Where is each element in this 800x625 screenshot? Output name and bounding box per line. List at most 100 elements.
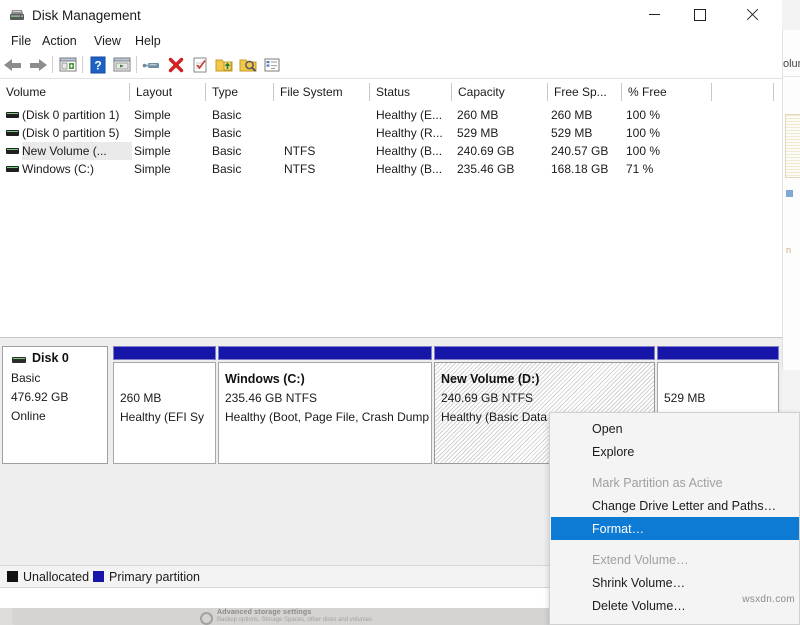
back-arrow-glyph	[4, 58, 23, 72]
menu-view[interactable]: View	[88, 30, 127, 51]
partition-body: Windows (C:) 235.46 GB NTFS Healthy (Boo…	[218, 362, 432, 464]
screen-root: olume n Advanced storage settings Backup…	[0, 0, 800, 625]
partition-efi[interactable]: 260 MB Healthy (EFI Sy	[113, 346, 216, 464]
gear-icon	[200, 612, 213, 625]
partition-size: 260 MB	[120, 391, 161, 405]
column-capacity[interactable]: Capacity	[452, 83, 548, 101]
cell-file-system: NTFS	[284, 142, 368, 160]
table-row[interactable]: Windows (C:) Simple Basic NTFS Healthy (…	[0, 160, 782, 178]
menu-file[interactable]: File	[5, 30, 37, 51]
column-file-system[interactable]: File System	[274, 83, 370, 101]
column-volume[interactable]: Volume	[0, 83, 130, 101]
cell-status: Healthy (B...	[376, 160, 452, 178]
cell-file-system	[284, 106, 368, 124]
background-window-small-text: n	[786, 245, 791, 255]
cell-file-system	[284, 124, 368, 142]
cell-volume: (Disk 0 partition 1)	[22, 106, 132, 124]
table-row[interactable]: (Disk 0 partition 5) Simple Basic Health…	[0, 124, 782, 142]
minimize-icon	[649, 14, 660, 15]
background-window-header-text: olume	[783, 56, 800, 72]
watermark: wsxdn.com	[742, 594, 795, 605]
table-row[interactable]: (Disk 0 partition 1) Simple Basic Health…	[0, 106, 782, 124]
disk-status: Online	[11, 409, 46, 423]
cell-type: Basic	[212, 124, 272, 142]
cell-volume: Windows (C:)	[22, 160, 132, 178]
rescan-disks-icon[interactable]	[142, 55, 162, 75]
toolbar: ?	[0, 51, 782, 79]
background-window-accent	[786, 190, 793, 197]
svg-text:?: ?	[94, 59, 101, 73]
disk-info-panel[interactable]: Disk 0 Basic 476.92 GB Online	[2, 346, 108, 464]
column-percent-free[interactable]: % Free	[622, 83, 712, 101]
ctx-format[interactable]: Format…	[551, 517, 800, 540]
show-hide-console-tree-icon[interactable]	[58, 55, 78, 75]
delete-icon[interactable]	[166, 55, 186, 75]
cell-capacity: 529 MB	[457, 124, 547, 142]
column-layout[interactable]: Layout	[130, 83, 206, 101]
cell-capacity: 240.69 GB	[457, 142, 547, 160]
title-bar[interactable]: Disk Management	[0, 0, 782, 30]
menu-action[interactable]: Action	[36, 30, 83, 51]
partition-body: 260 MB Healthy (EFI Sy	[113, 362, 216, 464]
forward-arrow-icon[interactable]	[28, 55, 48, 75]
legend-swatch-primary-partition	[93, 571, 104, 582]
cell-capacity: 235.46 GB	[457, 160, 547, 178]
partition-windows-c[interactable]: Windows (C:) 235.46 GB NTFS Healthy (Boo…	[218, 346, 432, 464]
show-hide-action-pane-icon[interactable]	[112, 55, 132, 75]
cell-volume: (Disk 0 partition 5)	[22, 124, 132, 142]
ctx-open[interactable]: Open	[551, 417, 800, 440]
disk-type: Basic	[11, 371, 40, 385]
column-free-space[interactable]: Free Sp...	[548, 83, 622, 101]
volume-disk-icon	[6, 130, 19, 136]
disk-drive-icon	[9, 7, 25, 22]
cell-free-space: 168.18 GB	[551, 160, 621, 178]
close-button[interactable]	[729, 0, 775, 30]
volume-disk-icon	[6, 112, 19, 118]
background-window-peek[interactable]: olume n	[782, 30, 800, 370]
cell-percent-free: 100 %	[626, 142, 706, 160]
disk-name: Disk 0	[32, 351, 69, 365]
cell-layout: Simple	[134, 142, 204, 160]
ctx-change-drive-letter[interactable]: Change Drive Letter and Paths…	[551, 494, 800, 517]
help-icon[interactable]: ?	[88, 55, 108, 75]
legend-primary-partition: Primary partition	[109, 566, 200, 588]
disk-size: 476.92 GB	[11, 390, 68, 404]
cell-type: Basic	[212, 142, 272, 160]
search-icon[interactable]	[238, 55, 258, 75]
cell-status: Healthy (R...	[376, 124, 452, 142]
properties-icon[interactable]	[190, 55, 210, 75]
maximize-button[interactable]	[677, 0, 723, 30]
menu-help[interactable]: Help	[129, 30, 167, 51]
background-settings-subtitle: Backup options, Storage Spaces, other di…	[217, 617, 372, 623]
detail-view-icon[interactable]	[262, 55, 282, 75]
background-window-content-block	[785, 114, 800, 178]
minimize-button[interactable]	[631, 0, 677, 30]
cell-percent-free: 100 %	[626, 106, 706, 124]
cell-free-space: 529 MB	[551, 124, 621, 142]
column-filler	[712, 83, 774, 101]
ctx-shrink-volume[interactable]: Shrink Volume…	[551, 571, 800, 594]
back-arrow-icon[interactable]	[4, 55, 24, 75]
forward-arrow-glyph	[28, 58, 47, 72]
ctx-mark-active: Mark Partition as Active	[551, 471, 800, 494]
page-title: Disk Management	[32, 0, 141, 30]
background-settings-title: Advanced storage settings	[217, 609, 311, 616]
legend-swatch-unallocated	[7, 571, 18, 582]
cell-capacity: 260 MB	[457, 106, 547, 124]
partition-color-bar	[657, 346, 779, 360]
volume-list-header: Volume Layout Type File System Status Ca…	[0, 83, 782, 102]
column-status[interactable]: Status	[370, 83, 452, 101]
table-row[interactable]: New Volume (... Simple Basic NTFS Health…	[0, 142, 782, 160]
toolbar-separator-2	[82, 56, 83, 73]
toolbar-separator-1	[52, 56, 53, 73]
partition-status: Healthy (EFI Sy	[120, 410, 204, 424]
ctx-explore[interactable]: Explore	[551, 440, 800, 463]
toolbar-separator-3	[136, 56, 137, 73]
column-type[interactable]: Type	[206, 83, 274, 101]
partition-color-bar	[218, 346, 432, 360]
cell-free-space: 260 MB	[551, 106, 621, 124]
partition-status: Healthy (Boot, Page File, Crash Dump	[225, 410, 429, 424]
cell-type: Basic	[212, 106, 272, 124]
export-list-icon[interactable]	[214, 55, 234, 75]
cell-percent-free: 71 %	[626, 160, 706, 178]
